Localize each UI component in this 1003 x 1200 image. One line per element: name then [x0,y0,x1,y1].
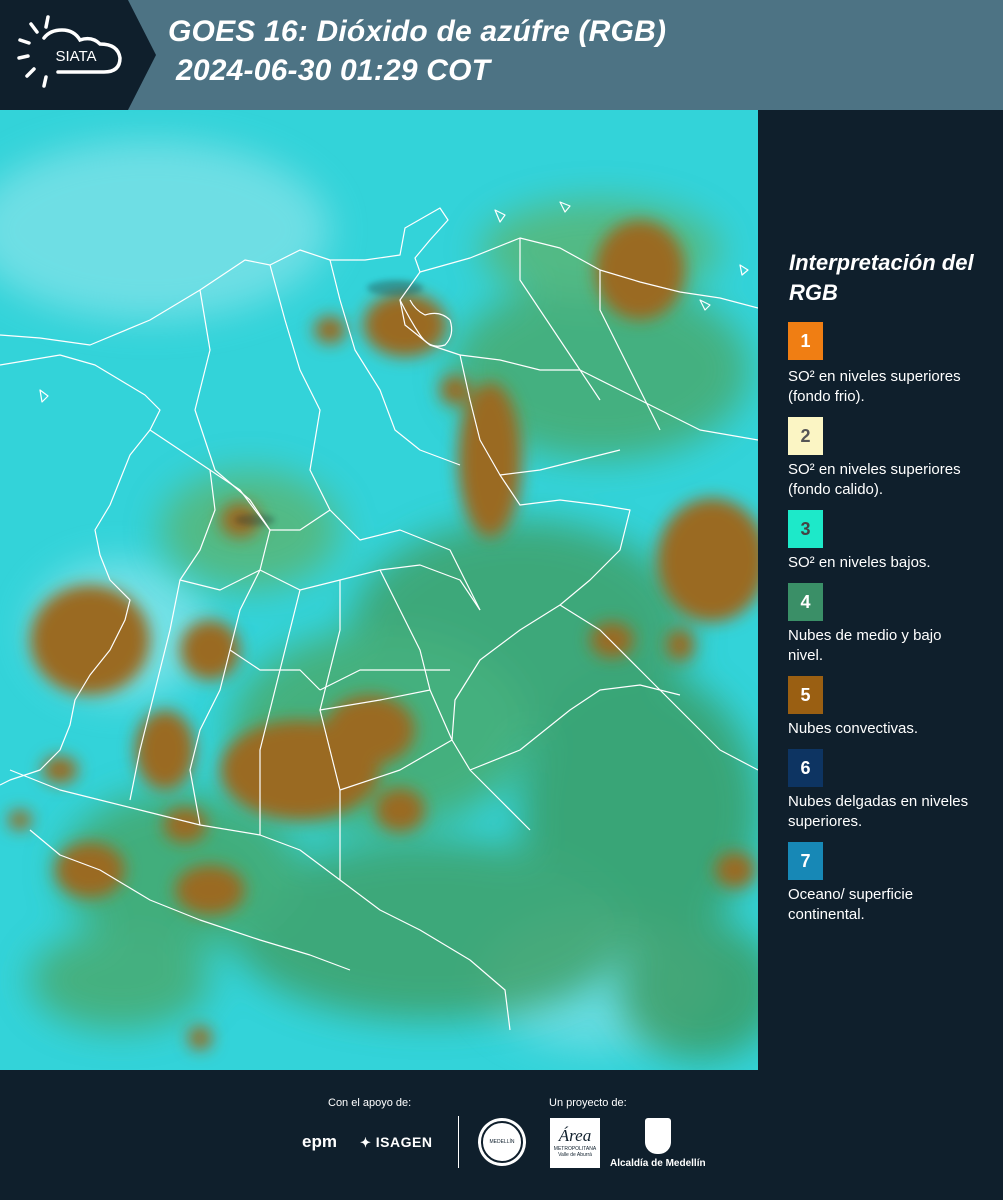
epm-logo: epm [302,1132,337,1151]
legend-swatch-number: 1 [800,330,811,351]
area-metropolitana-logo: Área METROPOLITANA Valle de Aburrá [550,1118,600,1168]
legend-swatch-4: 4 [788,583,823,621]
siata-logo-text: SIATA [55,48,96,65]
siata-logo: SIATA [0,0,156,110]
legend-swatch-7: 7 [788,842,823,880]
legend-swatch-number: 5 [800,684,811,705]
isagen-icon: ✦ [360,1135,372,1150]
legend-text-6: Nubes delgadas en niveles superiores. [788,793,969,830]
legend-panel: Interpretación del RGB 1 SO² en niveles … [758,110,1003,1070]
legend-title: Interpretación del RGB [789,250,974,305]
support-label: Con el apoyo de: [328,1097,412,1109]
header-bar: SIATA GOES 16: Dióxido de azúfre (RGB) 2… [0,0,1003,110]
legend-swatch-6: 6 [788,749,823,787]
legend-swatch-number: 7 [800,850,811,871]
page-title-line1: GOES 16: Dióxido de azúfre (RGB) [168,15,667,48]
legend-text-3: SO² en niveles bajos. [788,554,931,571]
legend-swatch-3: 3 [788,510,823,548]
seal-icon: MEDELLÍN [481,1121,523,1163]
satellite-rgb-map [0,110,758,1070]
legend-text-5: Nubes convectivas. [788,720,919,737]
legend-swatch-number: 3 [800,518,811,539]
coat-of-arms-icon [644,1118,671,1154]
legend-text-1: SO² en niveles superiores (fondo frio). [788,368,961,405]
page-title-line2: 2024-06-30 01:29 COT [176,54,491,87]
legend-swatch-number: 6 [800,757,811,778]
legend-swatch-1: 1 [788,322,823,360]
legend-swatch-2: 2 [788,417,823,455]
legend-swatch-number: 2 [800,425,811,446]
legend-swatch-5: 5 [788,676,823,714]
medellin-seal-logo: MEDELLÍN [478,1118,526,1166]
legend-text-4: Nubes de medio y bajo nivel. [788,627,942,664]
project-label: Un proyecto de: [549,1097,627,1109]
alcaldia-logo: Alcaldía de Medellín [610,1118,706,1169]
legend-text-2: SO² en niveles superiores (fondo calido)… [788,461,961,498]
legend-swatch-number: 4 [800,591,811,612]
footer-divider [458,1116,459,1168]
isagen-logo: ✦ ISAGEN [360,1134,433,1150]
legend-text-7: Oceano/ superficie continental. [788,886,914,923]
footer-sponsors: Con el apoyo de: Un proyecto de: epm ✦ I… [0,1070,1003,1200]
